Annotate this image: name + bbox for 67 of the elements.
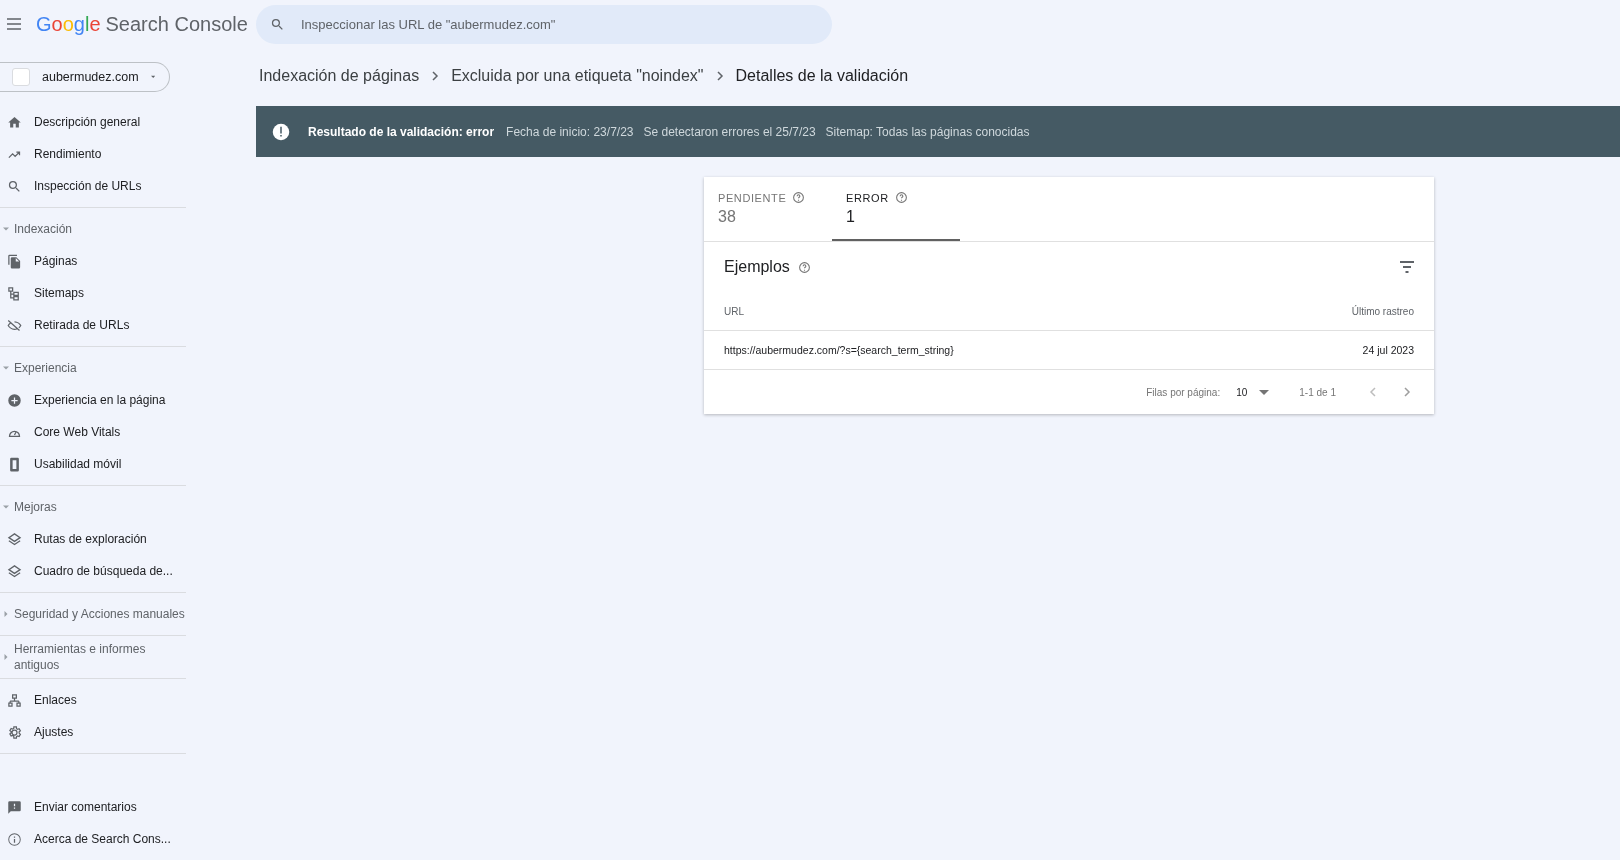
nav-item[interactable]: Core Web Vitals [0,416,186,448]
validation-detail: Se detectaron errores el 25/7/23 [643,124,816,139]
breadcrumb-item[interactable]: Excluida por una etiqueta "noindex" [451,67,704,85]
breadcrumb-item[interactable]: Indexación de páginas [259,67,420,85]
status-tab[interactable]: ERROR 1 [832,177,960,241]
breadcrumb-item: Detalles de la validación [735,67,909,85]
phone-icon [7,456,22,472]
nav-item[interactable]: Descripción general [0,106,186,138]
home-icon [7,114,22,130]
section-title: Ejemplos [724,258,790,276]
layers-icon [7,563,22,579]
product-name: Search Console [105,12,248,36]
caret-icon[interactable] [1259,389,1270,395]
nav-item[interactable]: Inspección de URLs [0,170,186,202]
help-icon[interactable] [792,191,806,204]
nav-item[interactable]: Rendimiento [0,138,186,170]
layers-icon [7,531,22,547]
validation-detail: Fecha de inicio: 23/7/23 [506,124,634,139]
help-icon[interactable] [797,260,811,274]
caret-right-icon [3,611,9,617]
search-bar[interactable]: Inspeccionar las URL de "aubermudez.com" [256,5,832,44]
validation-result: Resultado de la validación: error [308,124,495,139]
help-icon[interactable] [894,191,908,204]
search-icon [270,17,285,32]
column-header: Último rastreo [1351,305,1414,317]
caret-right-icon [3,654,9,660]
sitemap-icon [7,285,22,301]
menu-icon[interactable] [6,16,22,32]
pages-icon [7,253,22,269]
caret-down-icon [3,226,9,232]
nav-item[interactable]: Páginas [0,245,186,277]
nav-item[interactable]: Enlaces [0,684,186,716]
eye-slash-icon [7,317,22,333]
nav-item[interactable]: Rutas de exploración [0,523,186,555]
brand-logo: Google [36,12,101,36]
gear-icon [7,724,22,740]
nav-item[interactable]: Cuadro de búsqueda de... [0,555,186,587]
search-icon [7,178,22,194]
nav-section-header[interactable]: Seguridad y Acciones manuales [0,598,186,630]
nav-section-header[interactable]: Experiencia [0,352,186,384]
page-range: 1-1 de 1 [1299,386,1336,398]
feedback-icon [7,799,22,815]
nav-item[interactable]: Enviar comentarios [0,791,186,823]
table-cell: 24 jul 2023 [1362,344,1414,356]
rows-per-page-label: Filas por página: [1146,386,1221,398]
hierarchy-icon [7,692,22,708]
filter-icon[interactable] [1398,258,1416,276]
nav-item[interactable]: Sitemaps [0,277,186,309]
column-header: URL [724,305,744,317]
nav-section-header[interactable]: Indexación [0,213,186,245]
caret-down-icon [3,365,9,371]
status-tab[interactable]: PENDIENTE 38 [704,177,832,241]
search-field[interactable]: Inspeccionar las URL de "aubermudez.com" [299,16,832,33]
caret-icon [150,74,155,80]
rows-per-page-select[interactable]: 10 [1236,386,1248,398]
nav-item[interactable]: Experiencia en la página [0,384,186,416]
nav-section-header[interactable]: Herramientas e informes antiguos [0,641,186,673]
info-icon [7,831,22,847]
table-cell: https://aubermudez.com/?s={search_term_string} [724,344,954,356]
validation-detail: Sitemap: Todas las páginas conocidas [825,124,1030,139]
nav-section-header[interactable]: Mejoras [0,491,186,523]
caret-down-icon [3,504,9,510]
nav-item[interactable]: Ajustes [0,716,186,748]
nav-item[interactable]: Retirada de URLs [0,309,186,341]
nav-item[interactable]: Acerca de Search Cons... [0,823,186,855]
nav-item[interactable]: Usabilidad móvil [0,448,186,480]
exclamation-icon [272,122,290,141]
